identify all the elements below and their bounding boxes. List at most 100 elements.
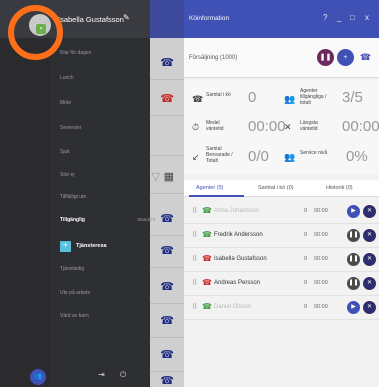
queue-info-panel: Köinformation ? _ □ x Försäljning (1000)…	[184, 0, 379, 387]
queue-header: Försäljning (1000) ❚❚ + ☎	[184, 38, 379, 78]
tab-history[interactable]: Historik (0)	[326, 185, 353, 191]
stopwatch-icon: ⏱	[192, 122, 200, 132]
agent-call-count: 0	[304, 304, 308, 310]
status-item[interactable]: Ute på arbete	[60, 290, 90, 296]
agent-time: 00:00	[314, 304, 328, 310]
stat-label: Agenter tillgängliga / totalt	[300, 88, 327, 106]
stat-value: 3/5	[342, 89, 363, 106]
drag-handle-icon[interactable]: ⠿	[192, 207, 197, 215]
drag-handle-icon[interactable]: ⠿	[192, 231, 197, 239]
status-drawer: Isabella Gustafsson ✎ Klar för dagen Lun…	[0, 0, 155, 387]
agent-toggle-button[interactable]: ❚❚	[347, 253, 360, 266]
tab-agents[interactable]: Agenter (5)	[196, 185, 224, 191]
pause-button[interactable]: ❚❚	[317, 49, 334, 66]
status-item[interactable]: Sjuk	[60, 149, 70, 155]
status-item[interactable]: Värd av barn	[60, 313, 89, 319]
queue-tabs: Agenter (5) Samtal i kö (0) Historik (0)	[184, 180, 379, 197]
filter-icon[interactable]: ▽	[152, 170, 160, 183]
help-button[interactable]: ?	[323, 13, 327, 22]
shuffle-icon: ✕	[284, 122, 292, 132]
stat-label: Samtal Besvarade / Totalt	[206, 146, 233, 164]
stat-label: Samtal i kö	[206, 92, 231, 98]
close-button[interactable]: x	[365, 13, 369, 22]
group-icon: 👥	[284, 94, 296, 104]
table-row[interactable]: ⠿ ☎ Andreas Persson 0 00:00 ❚❚ ✕	[184, 272, 379, 296]
agent-call-count: 0	[304, 280, 308, 286]
tab-active-indicator	[189, 195, 244, 197]
phone-icon[interactable]: ☎	[160, 244, 174, 257]
maximize-button[interactable]: □	[350, 13, 355, 22]
agent-time: 00:00	[314, 280, 328, 286]
status-item[interactable]: Semester	[60, 125, 81, 131]
highlight-ring	[8, 5, 63, 60]
phone-icon: ☎	[202, 206, 212, 215]
add-agent-button[interactable]: +	[337, 49, 354, 66]
phone-icon[interactable]: ☎	[160, 280, 174, 293]
stat-value: 0%	[346, 148, 368, 165]
agent-remove-button[interactable]: ✕	[363, 253, 376, 266]
status-item[interactable]: Möte	[60, 100, 71, 106]
agent-toggle-button[interactable]: ❚❚	[347, 277, 360, 290]
stat-value: 0	[248, 89, 257, 106]
queue-stats: ☎ Samtal i kö 0 👥 Agenter tillgängliga /…	[184, 80, 379, 175]
agent-name: Isabella Gustafsson	[214, 256, 267, 262]
phone-hangup-icon[interactable]: ☎	[160, 92, 174, 105]
phone-icon[interactable]: ☎	[160, 374, 174, 387]
phone-icon[interactable]: ☎	[160, 348, 174, 361]
agent-call-count: 0	[304, 256, 308, 262]
phone-icon: ☎	[202, 230, 212, 239]
drag-handle-icon[interactable]: ⠿	[192, 303, 197, 311]
app-window: ⟲ ▣ ϟ ▤ ✻ ☎ ☎ ▽▦ ☎ ☎ ☎ ☎ ☎ ☎ Köinformati…	[0, 0, 379, 387]
phone-icon: ☎	[192, 94, 204, 104]
drag-handle-icon[interactable]: ⠿	[192, 255, 197, 263]
agent-name: Fredrik Andersson	[214, 232, 263, 238]
status-item[interactable]: Lunch	[60, 75, 74, 81]
stat-value: 00:00	[342, 118, 379, 135]
agent-remove-button[interactable]: ✕	[363, 205, 376, 218]
minimize-button[interactable]: _	[337, 13, 341, 22]
agent-name: Daniel Olsson	[214, 304, 252, 310]
table-row[interactable]: ⠿ ☎ Fredrik Andersson 0 00:00 ❚❚ ✕	[184, 224, 379, 248]
status-item[interactable]: Tillfälligt ute	[60, 194, 86, 200]
power-icon[interactable]: ⏻	[120, 370, 126, 380]
table-row[interactable]: ⠿ ☎ Isabella Gustafsson 0 00:00 ❚❚ ✕	[184, 248, 379, 272]
agents-icon[interactable]: 👥	[30, 369, 46, 385]
phone-icon[interactable]: ☎	[160, 56, 174, 69]
agent-toggle-button[interactable]: ❚❚	[347, 229, 360, 242]
agent-time: 00:00	[314, 208, 328, 214]
agent-toggle-button[interactable]: ▶	[347, 205, 360, 218]
agent-time: 00:00	[314, 232, 328, 238]
tab-calls-in-queue[interactable]: Samtal i kö (0)	[258, 185, 293, 191]
agent-remove-button[interactable]: ✕	[363, 301, 376, 314]
phone-icon[interactable]: ☎	[160, 212, 174, 225]
grid-icon[interactable]: ▦	[164, 170, 174, 183]
drag-handle-icon[interactable]: ⠿	[192, 279, 197, 287]
agent-name: Anna Johansson	[214, 208, 259, 214]
airplane-icon: ✈	[60, 241, 71, 252]
agent-name: Andreas Persson	[214, 280, 261, 286]
table-row[interactable]: ⠿ ☎ Anna Johansson 0 00:00 ▶ ✕	[184, 200, 379, 224]
edit-icon[interactable]: ✎	[123, 13, 130, 22]
stat-label: Medel väntetid	[206, 120, 224, 132]
status-item[interactable]: Tjänstledig	[60, 266, 84, 272]
profile-name: Isabella Gustafsson	[58, 15, 124, 24]
table-row[interactable]: ⠿ ☎ Daniel Olsson 0 00:00 ▶ ✕	[184, 296, 379, 320]
queue-name: Försäljning (1000)	[189, 55, 238, 61]
status-item-travel[interactable]: Tjänsteresa	[76, 243, 107, 249]
agent-toggle-button[interactable]: ▶	[347, 301, 360, 314]
call-missed-icon: ↙	[192, 152, 200, 162]
agent-remove-button[interactable]: ✕	[363, 229, 376, 242]
status-item[interactable]: Klar för dagen	[60, 50, 91, 56]
status-item-active[interactable]: Tillgänglig	[60, 217, 85, 223]
phone-icon: ☎	[202, 254, 212, 263]
stat-label: Längsta väntetid	[300, 120, 318, 132]
agent-call-count: 0	[304, 208, 308, 214]
phone-icon: ☎	[202, 302, 212, 311]
agent-call-count: 0	[304, 232, 308, 238]
logout-icon[interactable]: ⇥	[98, 370, 105, 379]
agent-remove-button[interactable]: ✕	[363, 277, 376, 290]
phone-icon[interactable]: ☎	[160, 314, 174, 327]
call-icon[interactable]: ☎	[357, 49, 374, 66]
agent-time: 00:00	[314, 256, 328, 262]
status-item[interactable]: Stör ej	[60, 172, 74, 178]
